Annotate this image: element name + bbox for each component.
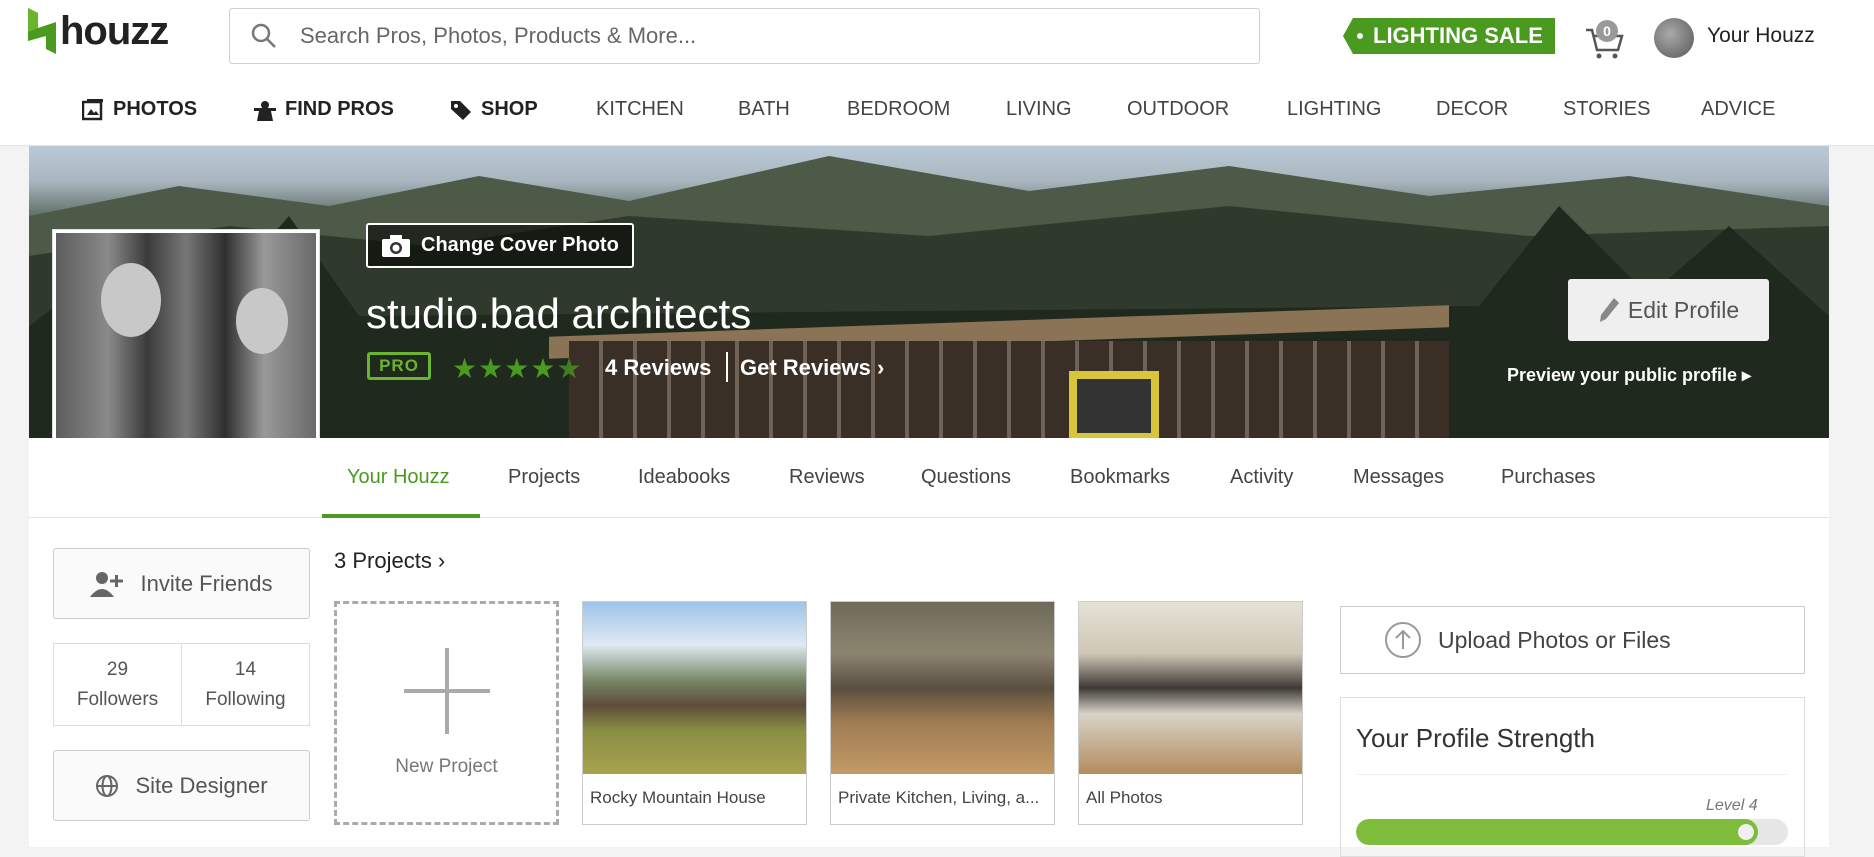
profile-strength-bar	[1356, 819, 1788, 845]
person-face-left	[101, 263, 161, 337]
edit-profile-label: Edit Profile	[1627, 296, 1740, 323]
edit-profile-button[interactable]: Edit Profile	[1568, 279, 1769, 341]
sale-label: LIGHTING SALE	[1373, 23, 1543, 48]
profile-strength-title: Your Profile Strength	[1356, 723, 1595, 753]
project-title: Rocky Mountain House	[590, 788, 766, 807]
nav-find-pros[interactable]: FIND PROS	[254, 98, 394, 121]
following-stat[interactable]: 14 Following	[181, 644, 309, 725]
tab-ideabooks[interactable]: Ideabooks	[638, 466, 730, 489]
tab-purchases[interactable]: Purchases	[1501, 466, 1596, 489]
site-designer-button[interactable]: Site Designer	[53, 750, 310, 821]
get-reviews-link[interactable]: Get Reviews ›	[740, 355, 884, 381]
change-cover-photo-button[interactable]: Change Cover Photo	[366, 223, 634, 268]
nav-bedroom[interactable]: BEDROOM	[847, 98, 950, 121]
project-card[interactable]: All Photos	[1078, 601, 1303, 825]
logo-text: houzz	[60, 8, 169, 53]
followers-count: 29	[106, 658, 129, 680]
project-thumbnail	[1079, 602, 1302, 774]
change-cover-label: Change Cover Photo	[421, 234, 619, 256]
followers-stat[interactable]: 29 Followers	[54, 644, 181, 725]
upload-arrow-icon	[1385, 622, 1421, 658]
follow-stats: 29 Followers 14 Following	[53, 643, 310, 726]
upload-label: Upload Photos or Files	[1438, 626, 1671, 653]
your-houzz-menu[interactable]: Your Houzz	[1707, 24, 1815, 48]
reviews-link[interactable]: 4 Reviews	[605, 355, 711, 381]
nav-living[interactable]: LIVING	[1006, 98, 1072, 121]
followers-label: Followers	[76, 688, 159, 710]
nav-outdoor[interactable]: OUTDOOR	[1127, 98, 1229, 121]
tab-bookmarks[interactable]: Bookmarks	[1070, 466, 1170, 489]
project-card[interactable]: Private Kitchen, Living, a...	[830, 601, 1055, 825]
invite-friends-label: Invite Friends	[140, 570, 273, 596]
progress-knob	[1737, 824, 1754, 840]
reviews-divider	[726, 352, 728, 382]
tab-activity[interactable]: Activity	[1230, 466, 1293, 489]
plus-icon	[403, 648, 490, 734]
nav-shop[interactable]: SHOP	[450, 98, 538, 121]
photos-icon	[82, 98, 103, 120]
nav-find-pros-label: FIND PROS	[285, 98, 394, 120]
main-nav: PHOTOS FIND PROS SHOP KITCHEN BATH BEDRO…	[0, 88, 1874, 134]
cover-house-yellow-frame	[1069, 371, 1159, 438]
search-icon	[251, 23, 276, 48]
profile-strength-fill	[1356, 819, 1758, 845]
project-thumbnail	[831, 602, 1054, 774]
nav-advice[interactable]: ADVICE	[1701, 98, 1775, 121]
profile-name: studio.bad architects	[366, 290, 752, 337]
project-title: Private Kitchen, Living, a...	[838, 788, 1040, 807]
add-person-icon	[90, 571, 124, 597]
shop-tag-icon	[451, 100, 471, 120]
sale-tag-hole-icon	[1357, 33, 1363, 39]
following-count: 14	[234, 658, 257, 680]
star-icon: ★	[504, 353, 531, 384]
pro-badge: PRO	[367, 352, 431, 380]
profile-strength-panel: Your Profile Strength Level 4	[1340, 697, 1805, 857]
globe-icon	[96, 774, 119, 797]
nav-lighting[interactable]: LIGHTING	[1287, 98, 1381, 121]
nav-decor[interactable]: DECOR	[1436, 98, 1508, 121]
preview-public-profile-link[interactable]: Preview your public profile ▸	[1507, 365, 1751, 386]
search-input[interactable]	[300, 23, 1200, 49]
tab-reviews[interactable]: Reviews	[789, 466, 865, 489]
camera-icon	[382, 234, 410, 257]
project-card[interactable]: Rocky Mountain House	[582, 601, 807, 825]
star-icon: ★	[452, 353, 479, 384]
rating-stars: ★★★★★	[452, 352, 583, 385]
following-label: Following	[205, 688, 286, 710]
lighting-sale-badge[interactable]: LIGHTING SALE	[1343, 18, 1555, 54]
tab-questions[interactable]: Questions	[921, 466, 1011, 489]
nav-photos-label: PHOTOS	[113, 98, 198, 120]
upload-photos-button[interactable]: Upload Photos or Files	[1340, 606, 1805, 674]
search-bar[interactable]	[229, 8, 1260, 64]
tab-your-houzz[interactable]: Your Houzz	[347, 466, 450, 489]
find-pros-icon	[254, 100, 276, 121]
star-icon: ★	[530, 353, 557, 384]
divider	[1356, 774, 1788, 775]
new-project-label: New Project	[395, 756, 498, 777]
profile-tabs: Your Houzz Projects Ideabooks Reviews Qu…	[29, 438, 1829, 518]
nav-shop-label: SHOP	[481, 98, 538, 120]
cart-count-badge: 0	[1596, 20, 1618, 42]
half-star-icon: ★	[556, 353, 583, 384]
nav-bath[interactable]: BATH	[738, 98, 790, 121]
houzz-logo[interactable]: houzz	[28, 8, 169, 54]
new-project-button[interactable]: New Project	[334, 601, 559, 825]
nav-kitchen[interactable]: KITCHEN	[596, 98, 684, 121]
tab-messages[interactable]: Messages	[1353, 466, 1444, 489]
level-label: Level 4	[1706, 797, 1758, 814]
project-thumbnail	[583, 602, 806, 774]
houzz-logo-icon	[28, 8, 56, 54]
tab-projects[interactable]: Projects	[508, 466, 580, 489]
star-icon: ★	[478, 353, 505, 384]
invite-friends-button[interactable]: Invite Friends	[53, 548, 310, 619]
nav-photos[interactable]: PHOTOS	[82, 98, 197, 121]
pencil-icon	[1599, 298, 1619, 322]
projects-heading-link[interactable]: 3 Projects ›	[334, 548, 445, 574]
project-title: All Photos	[1086, 788, 1163, 807]
site-designer-label: Site Designer	[135, 772, 268, 798]
user-avatar[interactable]	[1654, 18, 1694, 58]
person-face-right	[236, 288, 288, 354]
nav-stories[interactable]: STORIES	[1563, 98, 1650, 121]
